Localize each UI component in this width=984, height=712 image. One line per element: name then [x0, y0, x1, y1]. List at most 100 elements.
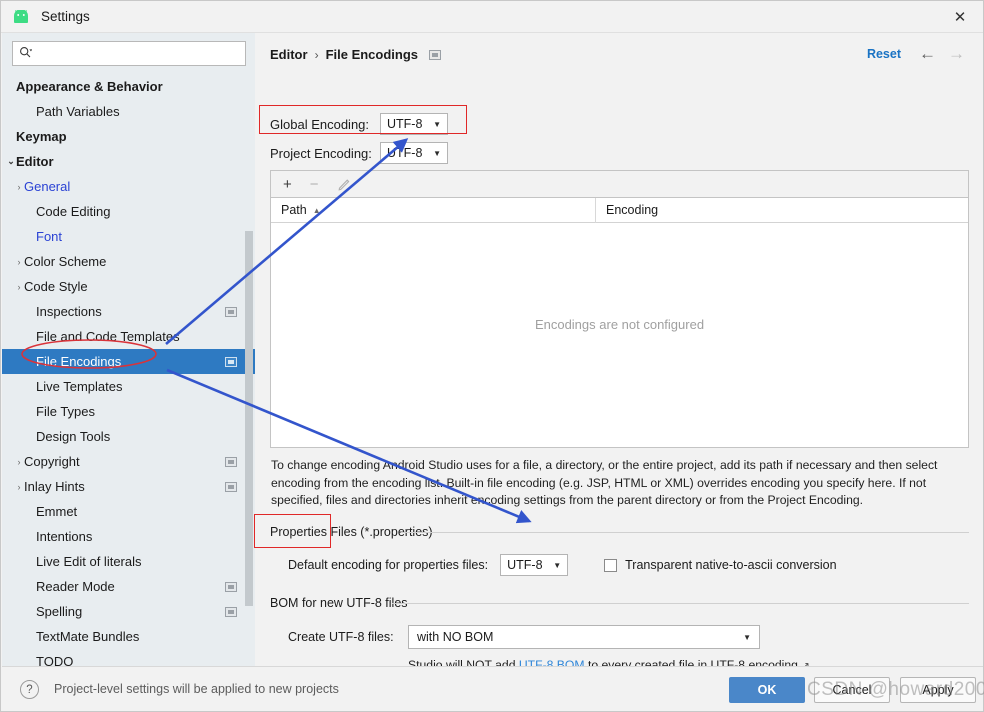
sidebar-item-label: Path Variables [36, 104, 120, 119]
sidebar-item-label: General [24, 179, 71, 194]
global-encoding-row: Global Encoding: UTF-8 ▼ [270, 113, 448, 135]
settings-sidebar: Appearance & Behavior Path Variables Keyma… [2, 33, 255, 666]
bom-create-label: Create UTF-8 files: [288, 630, 394, 644]
sidebar-item-design-tools[interactable]: Design Tools [2, 424, 255, 449]
help-icon[interactable]: ? [20, 680, 39, 699]
sidebar-item-color-scheme[interactable]: › Color Scheme [2, 249, 255, 274]
bom-section-divider [392, 603, 969, 604]
main-panel: Editor › File Encodings Reset ← → Global… [256, 33, 983, 672]
sidebar-item-label: Code Style [24, 279, 88, 294]
sidebar-item-inspections[interactable]: Inspections [2, 299, 255, 324]
project-scope-badge-icon [225, 606, 237, 617]
chevron-down-icon: ▼ [433, 119, 441, 129]
reset-link[interactable]: Reset [867, 47, 901, 61]
sidebar-scrollbar-thumb[interactable] [245, 231, 253, 606]
chevron-down-icon: ▼ [743, 632, 751, 642]
sidebar-item-file-encodings[interactable]: File Encodings [2, 349, 255, 374]
search-box[interactable] [12, 41, 246, 66]
properties-encoding-value: UTF-8 [507, 558, 543, 572]
sidebar-item-label: Intentions [36, 529, 93, 544]
sidebar-item-label: Live Templates [36, 379, 123, 394]
properties-section-divider [401, 532, 969, 533]
properties-encoding-label: Default encoding for properties files: [288, 558, 489, 572]
window-title: Settings [41, 9, 90, 24]
sidebar-item-label: Keymap [16, 129, 67, 144]
sidebar-item-emmet[interactable]: Emmet [2, 499, 255, 524]
sidebar-item-label: Spelling [36, 604, 83, 619]
sidebar-item-label: Editor [16, 154, 54, 169]
android-robot-icon [11, 8, 31, 24]
sidebar-item-label: Design Tools [36, 429, 111, 444]
ok-button[interactable]: OK [729, 677, 805, 703]
sidebar-item-code-editing[interactable]: Code Editing [2, 199, 255, 224]
sidebar-item-live-templates[interactable]: Live Templates [2, 374, 255, 399]
sidebar-item-keymap[interactable]: Keymap [2, 124, 255, 149]
sidebar-item-editor[interactable]: ⌄ Editor [2, 149, 255, 174]
sidebar-item-path-variables[interactable]: Path Variables [2, 99, 255, 124]
sidebar-item-textmate-bundles[interactable]: TextMate Bundles [2, 624, 255, 649]
sidebar-item-live-edit-of-literals[interactable]: Live Edit of literals [2, 549, 255, 574]
sidebar-item-reader-mode[interactable]: Reader Mode [2, 574, 255, 599]
global-encoding-label: Global Encoding: [270, 116, 370, 132]
breadcrumb: Editor › File Encodings [270, 47, 442, 62]
search-input[interactable] [35, 45, 225, 62]
sidebar-item-label: File and Code Templates [36, 329, 180, 344]
remove-icon: − [309, 175, 319, 193]
sidebar-item-label: Font [36, 229, 63, 244]
project-encoding-dropdown[interactable]: UTF-8 ▼ [380, 142, 448, 164]
settings-tree: Appearance & Behavior Path Variables Keyma… [2, 74, 255, 666]
sidebar-item-label: Reader Mode [36, 579, 115, 594]
project-scope-badge-icon [225, 456, 237, 467]
transparent-conversion-checkbox[interactable] [604, 558, 618, 572]
project-scope-badge-icon [429, 49, 442, 60]
title-bar: Settings ✕ [1, 1, 983, 33]
project-scope-badge-icon [225, 581, 237, 592]
project-scope-badge-icon [225, 306, 237, 317]
sidebar-item-label: Live Edit of literals [36, 554, 142, 569]
sidebar-item-font[interactable]: Font [2, 224, 255, 249]
nav-back-icon[interactable]: ← [919, 45, 936, 63]
search-container [2, 33, 255, 72]
properties-encoding-dropdown[interactable]: UTF-8 ▼ [500, 554, 569, 576]
chevron-down-icon: ▼ [553, 560, 562, 570]
bom-create-row: Create UTF-8 files: [288, 630, 394, 644]
close-icon[interactable]: ✕ [937, 1, 983, 32]
sidebar-item-label: Inspections [36, 304, 102, 319]
column-header-encoding-label: Encoding [606, 203, 659, 217]
sidebar-item-appearance-behavior[interactable]: Appearance & Behavior [2, 74, 255, 99]
sidebar-item-file-types[interactable]: File Types [2, 399, 255, 424]
column-header-path-label: Path [281, 202, 307, 217]
table-body: Encodings are not configured [271, 223, 968, 446]
column-header-path[interactable]: Path ▲ [271, 197, 596, 223]
sidebar-item-label: TextMate Bundles [36, 629, 140, 644]
sidebar-item-todo[interactable]: TODO [2, 649, 255, 666]
sidebar-item-inlay-hints[interactable]: › Inlay Hints [2, 474, 255, 499]
global-encoding-dropdown[interactable]: UTF-8 ▼ [380, 113, 448, 135]
project-encoding-value: UTF-8 [387, 146, 423, 160]
bom-create-dropdown[interactable]: with NO BOM ▼ [408, 625, 760, 649]
breadcrumb-separator: › [314, 47, 319, 62]
project-encoding-row: Project Encoding: UTF-8 ▼ [270, 142, 448, 164]
global-encoding-value: UTF-8 [387, 117, 423, 131]
sidebar-item-label: Appearance & Behavior [16, 79, 163, 94]
sidebar-item-file-and-code-templates[interactable]: File and Code Templates [2, 324, 255, 349]
sidebar-item-label: Emmet [36, 504, 78, 519]
add-icon[interactable]: + [283, 176, 292, 193]
sidebar-item-intentions[interactable]: Intentions [2, 524, 255, 549]
chevron-down-icon: ▼ [433, 148, 441, 158]
sidebar-item-general[interactable]: › General [2, 174, 255, 199]
sidebar-item-copyright[interactable]: › Copyright [2, 449, 255, 474]
sidebar-item-code-style[interactable]: › Code Style [2, 274, 255, 299]
properties-encoding-row: Default encoding for properties files: U… [288, 554, 837, 576]
table-toolbar: + − [271, 171, 968, 198]
nav-forward-icon[interactable]: → [948, 45, 965, 63]
table-header-row: Path ▲ Encoding [271, 197, 968, 223]
sidebar-item-spelling[interactable]: Spelling [2, 599, 255, 624]
column-header-encoding[interactable]: Encoding [596, 203, 658, 217]
sidebar-item-label: Copyright [24, 454, 80, 469]
breadcrumb-parent[interactable]: Editor [270, 47, 308, 62]
project-scope-badge-icon [225, 481, 237, 492]
sort-ascending-icon: ▲ [312, 205, 321, 215]
sidebar-item-label: TODO [36, 654, 74, 666]
sidebar-item-label: Color Scheme [24, 254, 107, 269]
